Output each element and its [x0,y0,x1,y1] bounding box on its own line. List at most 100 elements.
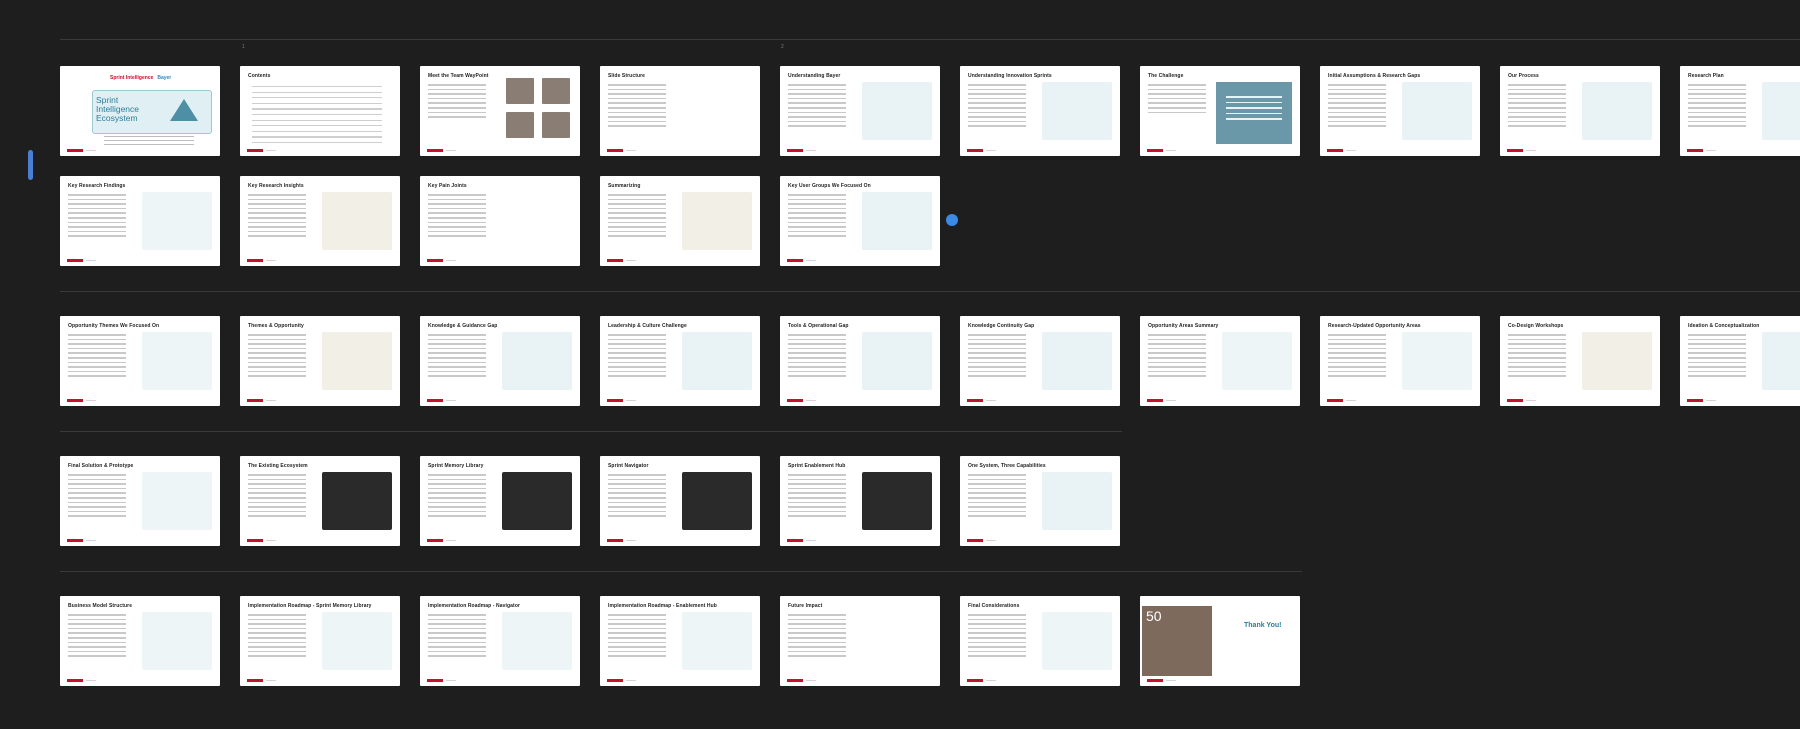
slide-thumbnail[interactable]: Themes & Opportunity [240,316,400,406]
body-text [1328,84,1386,130]
text-line [428,361,486,364]
footer-bar [1526,150,1536,151]
slide-visual [1762,82,1800,140]
slide-thumbnail[interactable]: Implementation Roadmap - Enablement Hub [600,596,760,686]
text-line [428,216,486,219]
slide-thumbnail[interactable]: Key Pain Joints [420,176,580,266]
text-line [968,515,1026,517]
slide-thumbnail[interactable]: Opportunity Themes We Focused On [60,316,220,406]
footer-bar [446,540,456,541]
slide-thumbnail[interactable]: Understanding Bayer [780,66,940,156]
text-line [1328,84,1386,86]
slide-thumbnail[interactable]: Research Plan [1680,66,1800,156]
slide-thumbnail[interactable]: Understanding Innovation Sprints [960,66,1120,156]
slide-thumbnail[interactable]: Future Impact [780,596,940,686]
text-line [788,334,846,336]
slide-thumbnail[interactable]: Knowledge & Guidance Gap [420,316,580,406]
slide-thumbnail[interactable]: The Challenge [1140,66,1300,156]
text-line [788,510,846,513]
text-line [788,352,846,354]
text-line [428,352,486,354]
slide-thumbnail[interactable]: Sprint Enablement Hub [780,456,940,546]
slide-thumbnail[interactable]: Initial Assumptions & Research Gaps [1320,66,1480,156]
text-line [608,361,666,364]
text-line [428,116,486,118]
slide-thumbnail[interactable]: Implementation Roadmap - Navigator [420,596,580,686]
slide-thumbnail[interactable]: Knowledge Continuity Gap [960,316,1120,406]
slide-thumbnail[interactable]: Leadership & Culture Challenge [600,316,760,406]
slide-thumbnail[interactable]: Key Research Findings [60,176,220,266]
text-line [968,492,1026,494]
footer-logo [787,539,803,542]
footer-bar [446,400,456,401]
text-line [68,194,126,196]
body-text [968,334,1026,380]
text-line [788,632,846,634]
footer-logo [67,259,83,262]
triangle-graphic [170,99,198,121]
text-line [968,347,1026,350]
slide-thumbnail[interactable]: Contents [240,66,400,156]
slide-thumbnail[interactable]: Key Research Insights [240,176,400,266]
text-line [1328,361,1386,364]
text-line [68,226,126,228]
text-line [1508,106,1566,109]
slide-thumbnail[interactable]: Research-Updated Opportunity Areas [1320,316,1480,406]
text-line [608,487,666,490]
slide-thumbnail[interactable]: Sprint Navigator [600,456,760,546]
text-line [428,474,486,476]
footer-bar [626,150,636,151]
text-line [248,641,306,644]
slide-thumbnail[interactable]: Implementation Roadmap - Sprint Memory L… [240,596,400,686]
slide-thumbnail[interactable]: Ideation & Conceptualization [1680,316,1800,406]
text-line [1508,88,1566,91]
text-line [1148,338,1206,341]
text-line [1508,361,1566,364]
text-line [608,356,666,359]
text-line [248,515,306,517]
slide-visual [1402,332,1472,390]
text-line [788,483,846,485]
text-line [248,646,306,648]
slide-thumbnail[interactable]: Co-Design Workshops [1500,316,1660,406]
text-line [428,641,486,644]
slide-thumbnail[interactable]: Summarizing [600,176,760,266]
text-line [248,618,306,621]
text-line [608,646,666,648]
text-line [248,492,306,494]
text-line [68,623,126,625]
text-line [428,370,486,373]
slide-thumbnail[interactable]: Meet the Team WayPoint [420,66,580,156]
slide-thumbnail[interactable]: Tools & Operational Gap [780,316,940,406]
text-line [248,370,306,373]
insert-slide-dot[interactable] [946,214,958,226]
slide-thumbnail[interactable]: Sprint Intelligence Bayer Sprint Intellige… [60,66,220,156]
slide-thumbnail[interactable]: Opportunity Areas Summary [1140,316,1300,406]
text-line [608,627,666,630]
slide-thumbnail[interactable]: Sprint Memory Library [420,456,580,546]
text-line [788,650,846,653]
text-line [968,352,1026,354]
slide-thumbnail[interactable]: Business Model Structure [60,596,220,686]
slide-thumbnail[interactable]: Final Solution & Prototype [60,456,220,546]
text-line [1148,366,1206,368]
text-line [428,338,486,341]
text-line [788,347,846,350]
text-line [1226,107,1282,109]
text-line [1688,366,1746,368]
slide-thumbnail[interactable]: The Existing Ecosystem [240,456,400,546]
slide-thumbnail[interactable]: Final Considerations [960,596,1120,686]
slide-thumbnail[interactable]: Thank You! 50 [1140,596,1300,686]
sidebar-toggle-handle[interactable] [28,150,33,180]
text-line [1508,84,1566,86]
slide-thumbnail[interactable]: Slide Structure [600,66,760,156]
text-line [1688,84,1746,86]
slide-title: Tools & Operational Gap [788,323,849,329]
footer-logo [1327,149,1343,152]
slide-thumbnail[interactable]: One System, Three Capabilities [960,456,1120,546]
slide-thumbnail[interactable]: Key User Groups We Focused On [780,176,940,266]
text-line [428,203,486,205]
slide-title: Thank You! [1244,622,1282,629]
slide-thumbnail[interactable]: Our Process [1500,66,1660,156]
text-line [968,506,1026,508]
